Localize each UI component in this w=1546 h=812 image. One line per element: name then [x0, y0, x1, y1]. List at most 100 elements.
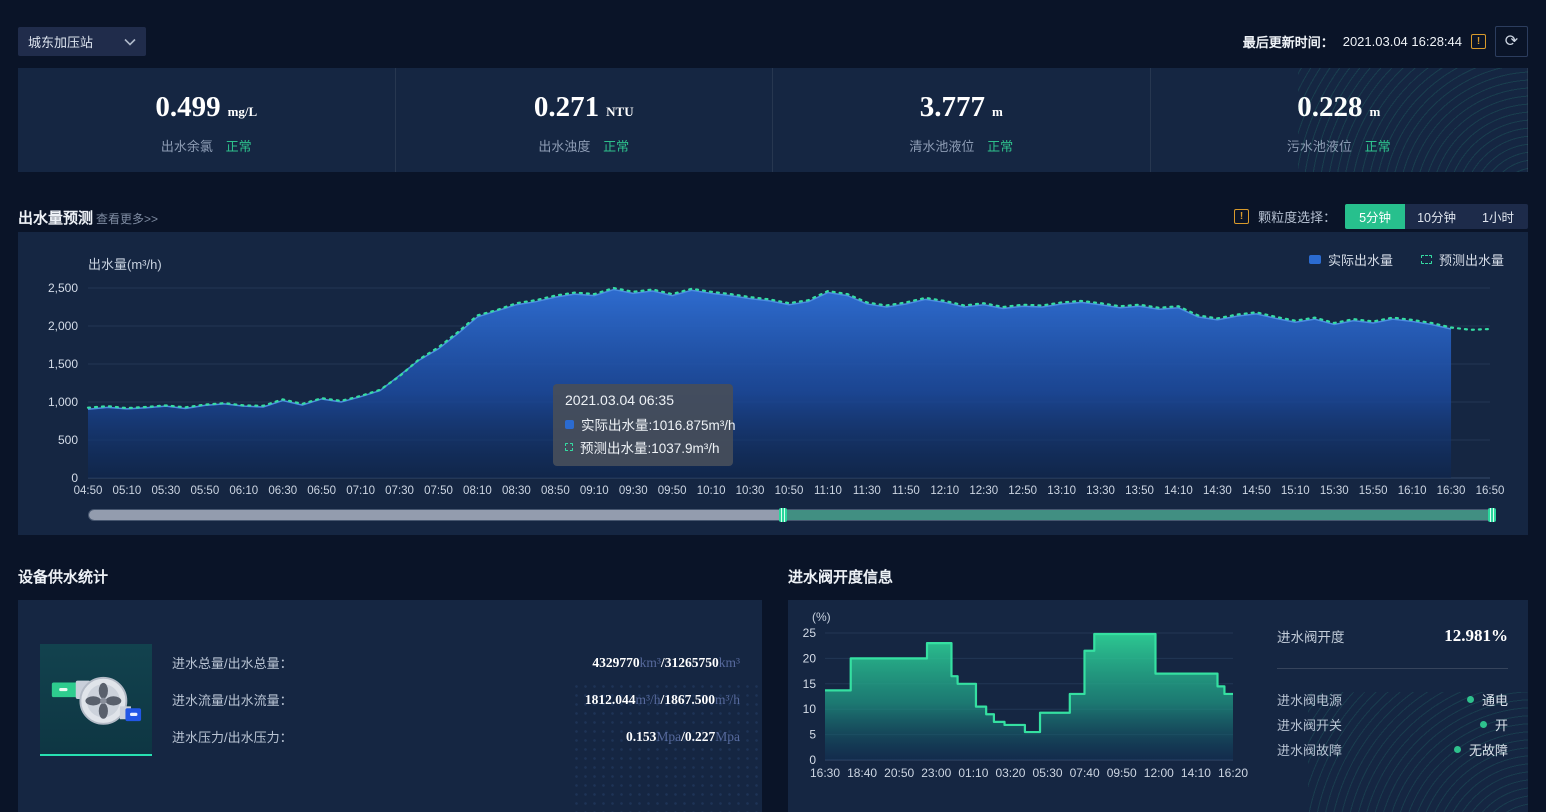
- stats-value: 1812.044m³/h/1867.500m³/h: [585, 692, 740, 708]
- svg-text:09:50: 09:50: [658, 485, 687, 497]
- valve-status-value: 通电: [1482, 690, 1508, 709]
- legend-actual[interactable]: 实际出水量: [1309, 250, 1393, 269]
- kpi-sewage-tank-level: 0.228 m 污水池液位 正常: [1151, 68, 1529, 172]
- datazoom-left-handle[interactable]: [779, 508, 787, 522]
- valve-opening-label: 进水阀开度: [1277, 626, 1345, 646]
- stats-label: 进水压力/出水压力：: [172, 727, 293, 746]
- granularity-selector: ! 颗粒度选择： 5分钟 10分钟 1小时: [1234, 204, 1528, 229]
- station-select-dropdown[interactable]: 城东加压站: [18, 27, 146, 56]
- datazoom-selected-region[interactable]: [784, 510, 1495, 520]
- svg-text:08:50: 08:50: [541, 485, 570, 497]
- svg-text:23:00: 23:00: [921, 766, 951, 780]
- svg-text:20: 20: [803, 651, 817, 665]
- svg-text:12:30: 12:30: [969, 485, 998, 497]
- status-badge: 正常: [603, 139, 629, 154]
- kpi-value: 0.228: [1297, 91, 1362, 124]
- datazoom-slider[interactable]: [88, 508, 1496, 522]
- kpi-label: 清水池液位: [909, 139, 974, 154]
- valve-status-label: 进水阀故障: [1277, 740, 1342, 759]
- svg-text:05:50: 05:50: [190, 485, 219, 497]
- svg-text:07:40: 07:40: [1070, 766, 1100, 780]
- stats-row-flow: 进水流量/出水流量： 1812.044m³/h/1867.500m³/h: [172, 681, 740, 718]
- kpi-label: 出水余氯: [161, 139, 213, 154]
- svg-text:16:30: 16:30: [810, 766, 840, 780]
- warning-icon[interactable]: !: [1471, 34, 1486, 49]
- svg-text:06:50: 06:50: [307, 485, 336, 497]
- forecast-chart-panel: 出水量(m³/h) 实际出水量 预测出水量 05001,0001,5002,00…: [18, 232, 1528, 535]
- svg-text:03:20: 03:20: [995, 766, 1025, 780]
- warning-icon[interactable]: !: [1234, 209, 1249, 224]
- status-badge: 正常: [987, 139, 1013, 154]
- svg-text:14:30: 14:30: [1203, 485, 1232, 497]
- last-update-value: 2021.03.04 16:28:44: [1343, 34, 1462, 49]
- svg-text:06:10: 06:10: [229, 485, 258, 497]
- stats-label: 进水总量/出水总量：: [172, 653, 293, 672]
- refresh-button[interactable]: ⟳: [1495, 26, 1528, 57]
- status-dot: [1454, 746, 1461, 753]
- granularity-5min-button[interactable]: 5分钟: [1345, 204, 1405, 229]
- kpi-clean-tank-level: 3.777 m 清水池液位 正常: [773, 68, 1151, 172]
- view-more-link[interactable]: 查看更多>>: [96, 210, 158, 227]
- kpi-turbidity: 0.271 NTU 出水浊度 正常: [396, 68, 774, 172]
- svg-text:16:10: 16:10: [1398, 485, 1427, 497]
- svg-text:2,500: 2,500: [48, 281, 78, 295]
- svg-text:14:10: 14:10: [1164, 485, 1193, 497]
- valve-switch-row: 进水阀开关 开: [1277, 712, 1508, 737]
- svg-text:01:10: 01:10: [958, 766, 988, 780]
- valve-status-value: 无故障: [1469, 740, 1508, 759]
- legend-marker-predicted: [1421, 255, 1432, 264]
- datazoom-unselected-region[interactable]: [89, 510, 785, 520]
- station-name: 城东加压站: [28, 32, 124, 51]
- svg-text:500: 500: [58, 433, 78, 447]
- svg-text:1,000: 1,000: [48, 395, 78, 409]
- svg-text:0: 0: [71, 471, 78, 485]
- svg-text:04:50: 04:50: [74, 485, 103, 497]
- svg-text:16:50: 16:50: [1476, 485, 1505, 497]
- svg-text:12:50: 12:50: [1008, 485, 1037, 497]
- svg-text:1,500: 1,500: [48, 357, 78, 371]
- kpi-unit: NTU: [606, 104, 633, 120]
- svg-text:2,000: 2,000: [48, 319, 78, 333]
- supply-stats-panel: 进水总量/出水总量： 4329770km³/31265750km³ 进水流量/出…: [18, 600, 762, 812]
- granularity-10min-button[interactable]: 10分钟: [1405, 204, 1468, 229]
- valve-opening-row: 进水阀开度 12.981%: [1277, 626, 1508, 646]
- chevron-down-icon: [124, 38, 136, 46]
- granularity-1hour-button[interactable]: 1小时: [1468, 204, 1528, 229]
- svg-text:06:30: 06:30: [268, 485, 297, 497]
- pump-icon: [50, 653, 142, 745]
- last-update-label: 最后更新时间：: [1243, 32, 1334, 51]
- stats-value: 0.153Mpa/0.227Mpa: [626, 729, 740, 745]
- svg-text:15:50: 15:50: [1359, 485, 1388, 497]
- legend-marker-actual: [1309, 255, 1321, 264]
- svg-text:12:10: 12:10: [930, 485, 959, 497]
- valve-info-panel: (%) 051015202516:3018:4020:5023:0001:100…: [788, 600, 1528, 812]
- valve-opening-chart: 051015202516:3018:4020:5023:0001:1003:20…: [788, 600, 1268, 800]
- stats-row-pressure: 进水压力/出水压力： 0.153Mpa/0.227Mpa: [172, 718, 740, 755]
- svg-text:18:40: 18:40: [847, 766, 877, 780]
- pump-icon-box: [40, 644, 152, 756]
- svg-text:15:30: 15:30: [1320, 485, 1349, 497]
- section-title: 出水量预测: [18, 207, 93, 228]
- svg-text:25: 25: [803, 626, 817, 640]
- kpi-value: 0.499: [155, 91, 220, 124]
- svg-text:15: 15: [803, 677, 817, 691]
- status-dot: [1480, 721, 1487, 728]
- supply-stats-rows: 进水总量/出水总量： 4329770km³/31265750km³ 进水流量/出…: [172, 644, 740, 755]
- stats-label: 进水流量/出水流量：: [172, 690, 293, 709]
- svg-text:10: 10: [803, 702, 817, 716]
- svg-text:11:30: 11:30: [853, 485, 881, 497]
- supply-stats-title: 设备供水统计: [18, 566, 108, 587]
- svg-text:10:10: 10:10: [697, 485, 726, 497]
- valve-fault-row: 进水阀故障 无故障: [1277, 737, 1508, 762]
- kpi-unit: m: [992, 104, 1003, 120]
- valve-status-value: 开: [1495, 715, 1508, 734]
- legend-predicted[interactable]: 预测出水量: [1421, 250, 1504, 269]
- svg-text:05:30: 05:30: [151, 485, 180, 497]
- datazoom-right-handle[interactable]: [1488, 508, 1496, 522]
- forecast-chart[interactable]: 05001,0001,5002,0002,50004:5005:1005:300…: [18, 232, 1528, 504]
- kpi-unit: m: [1369, 104, 1380, 120]
- svg-text:07:10: 07:10: [346, 485, 375, 497]
- status-badge: 正常: [226, 139, 252, 154]
- svg-text:05:30: 05:30: [1033, 766, 1063, 780]
- svg-text:09:30: 09:30: [619, 485, 648, 497]
